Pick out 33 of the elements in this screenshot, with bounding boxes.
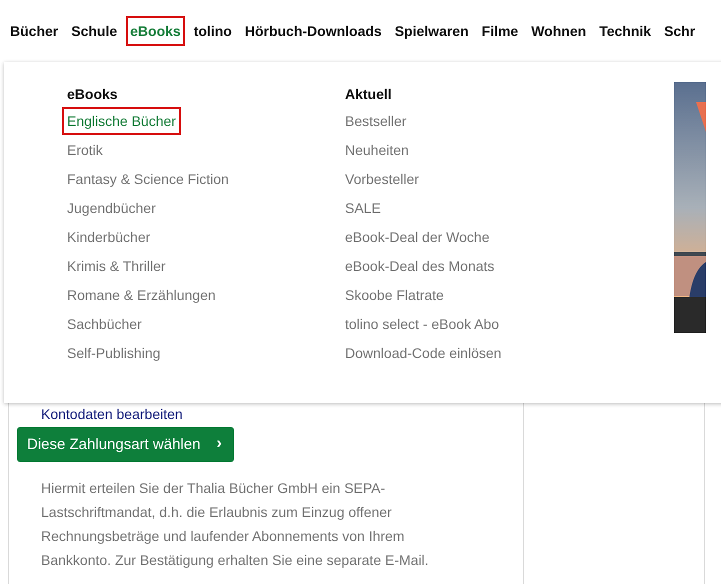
menu-item[interactable]: Skoobe Flatrate [340, 281, 449, 309]
menu-item[interactable]: Englische Bücher [62, 107, 181, 135]
menu-item[interactable]: Romane & Erzählungen [62, 281, 221, 309]
menu-item[interactable]: Self-Publishing [62, 339, 166, 367]
menu-item[interactable]: SALE [340, 194, 386, 222]
menu-item[interactable]: Jugendbücher [62, 194, 161, 222]
nav-tab[interactable]: tolino [190, 16, 236, 46]
menu-item[interactable]: Erotik [62, 136, 108, 164]
menu-heading: eBooks [66, 85, 119, 104]
menu-item[interactable]: Bestseller [340, 107, 412, 135]
nav-tab[interactable]: Hörbuch-Downloads [240, 16, 386, 46]
sepa-notice: Hiermit erteilen Sie der Thalia Bücher GmbH ein SEPA-Lastschriftmandat, d.h. die Erlaubnis zum Einzug offener Rechnungsbeträge und laufender Abonnements von Ihrem Bankkonto. Zur Bestätigung erhalten Sie eine separate E-Mail. [41, 479, 430, 570]
menu-item[interactable]: Neuheiten [340, 136, 414, 164]
menu-item[interactable]: Kinderbücher [62, 223, 156, 251]
nav-tab[interactable]: Technik [595, 16, 656, 46]
menu-item[interactable]: Krimis & Thriller [62, 252, 171, 280]
menu-item[interactable]: Fantasy & Science Fiction [62, 165, 234, 193]
nav-tab[interactable]: Wohnen [527, 16, 590, 46]
nav-tab[interactable]: eBooks [126, 16, 185, 46]
edit-account-link[interactable]: Kontodaten bearbeiten [41, 406, 523, 423]
nav-tab[interactable]: Filme [478, 16, 522, 46]
menu-item[interactable]: eBook-Deal des Monats [340, 252, 500, 280]
select-payment-button[interactable]: Diese Zahlungsart wählen › [17, 427, 234, 462]
nav-tab[interactable]: Bücher [6, 16, 62, 46]
nav-tab[interactable]: Schr [660, 16, 700, 46]
menu-item[interactable]: eBook-Deal der Woche [340, 223, 494, 251]
menu-item[interactable]: Sachbücher [62, 310, 147, 338]
nav-tab[interactable]: Spielwaren [390, 16, 473, 46]
menu-item[interactable]: Download-Code einlösen [340, 339, 506, 367]
menu-item[interactable]: Vorbesteller [340, 165, 424, 193]
nav-tab[interactable]: Schule [67, 16, 122, 46]
menu-heading: Aktuell [344, 85, 393, 104]
menu-item[interactable]: tolino select - eBook Abo [340, 310, 504, 338]
